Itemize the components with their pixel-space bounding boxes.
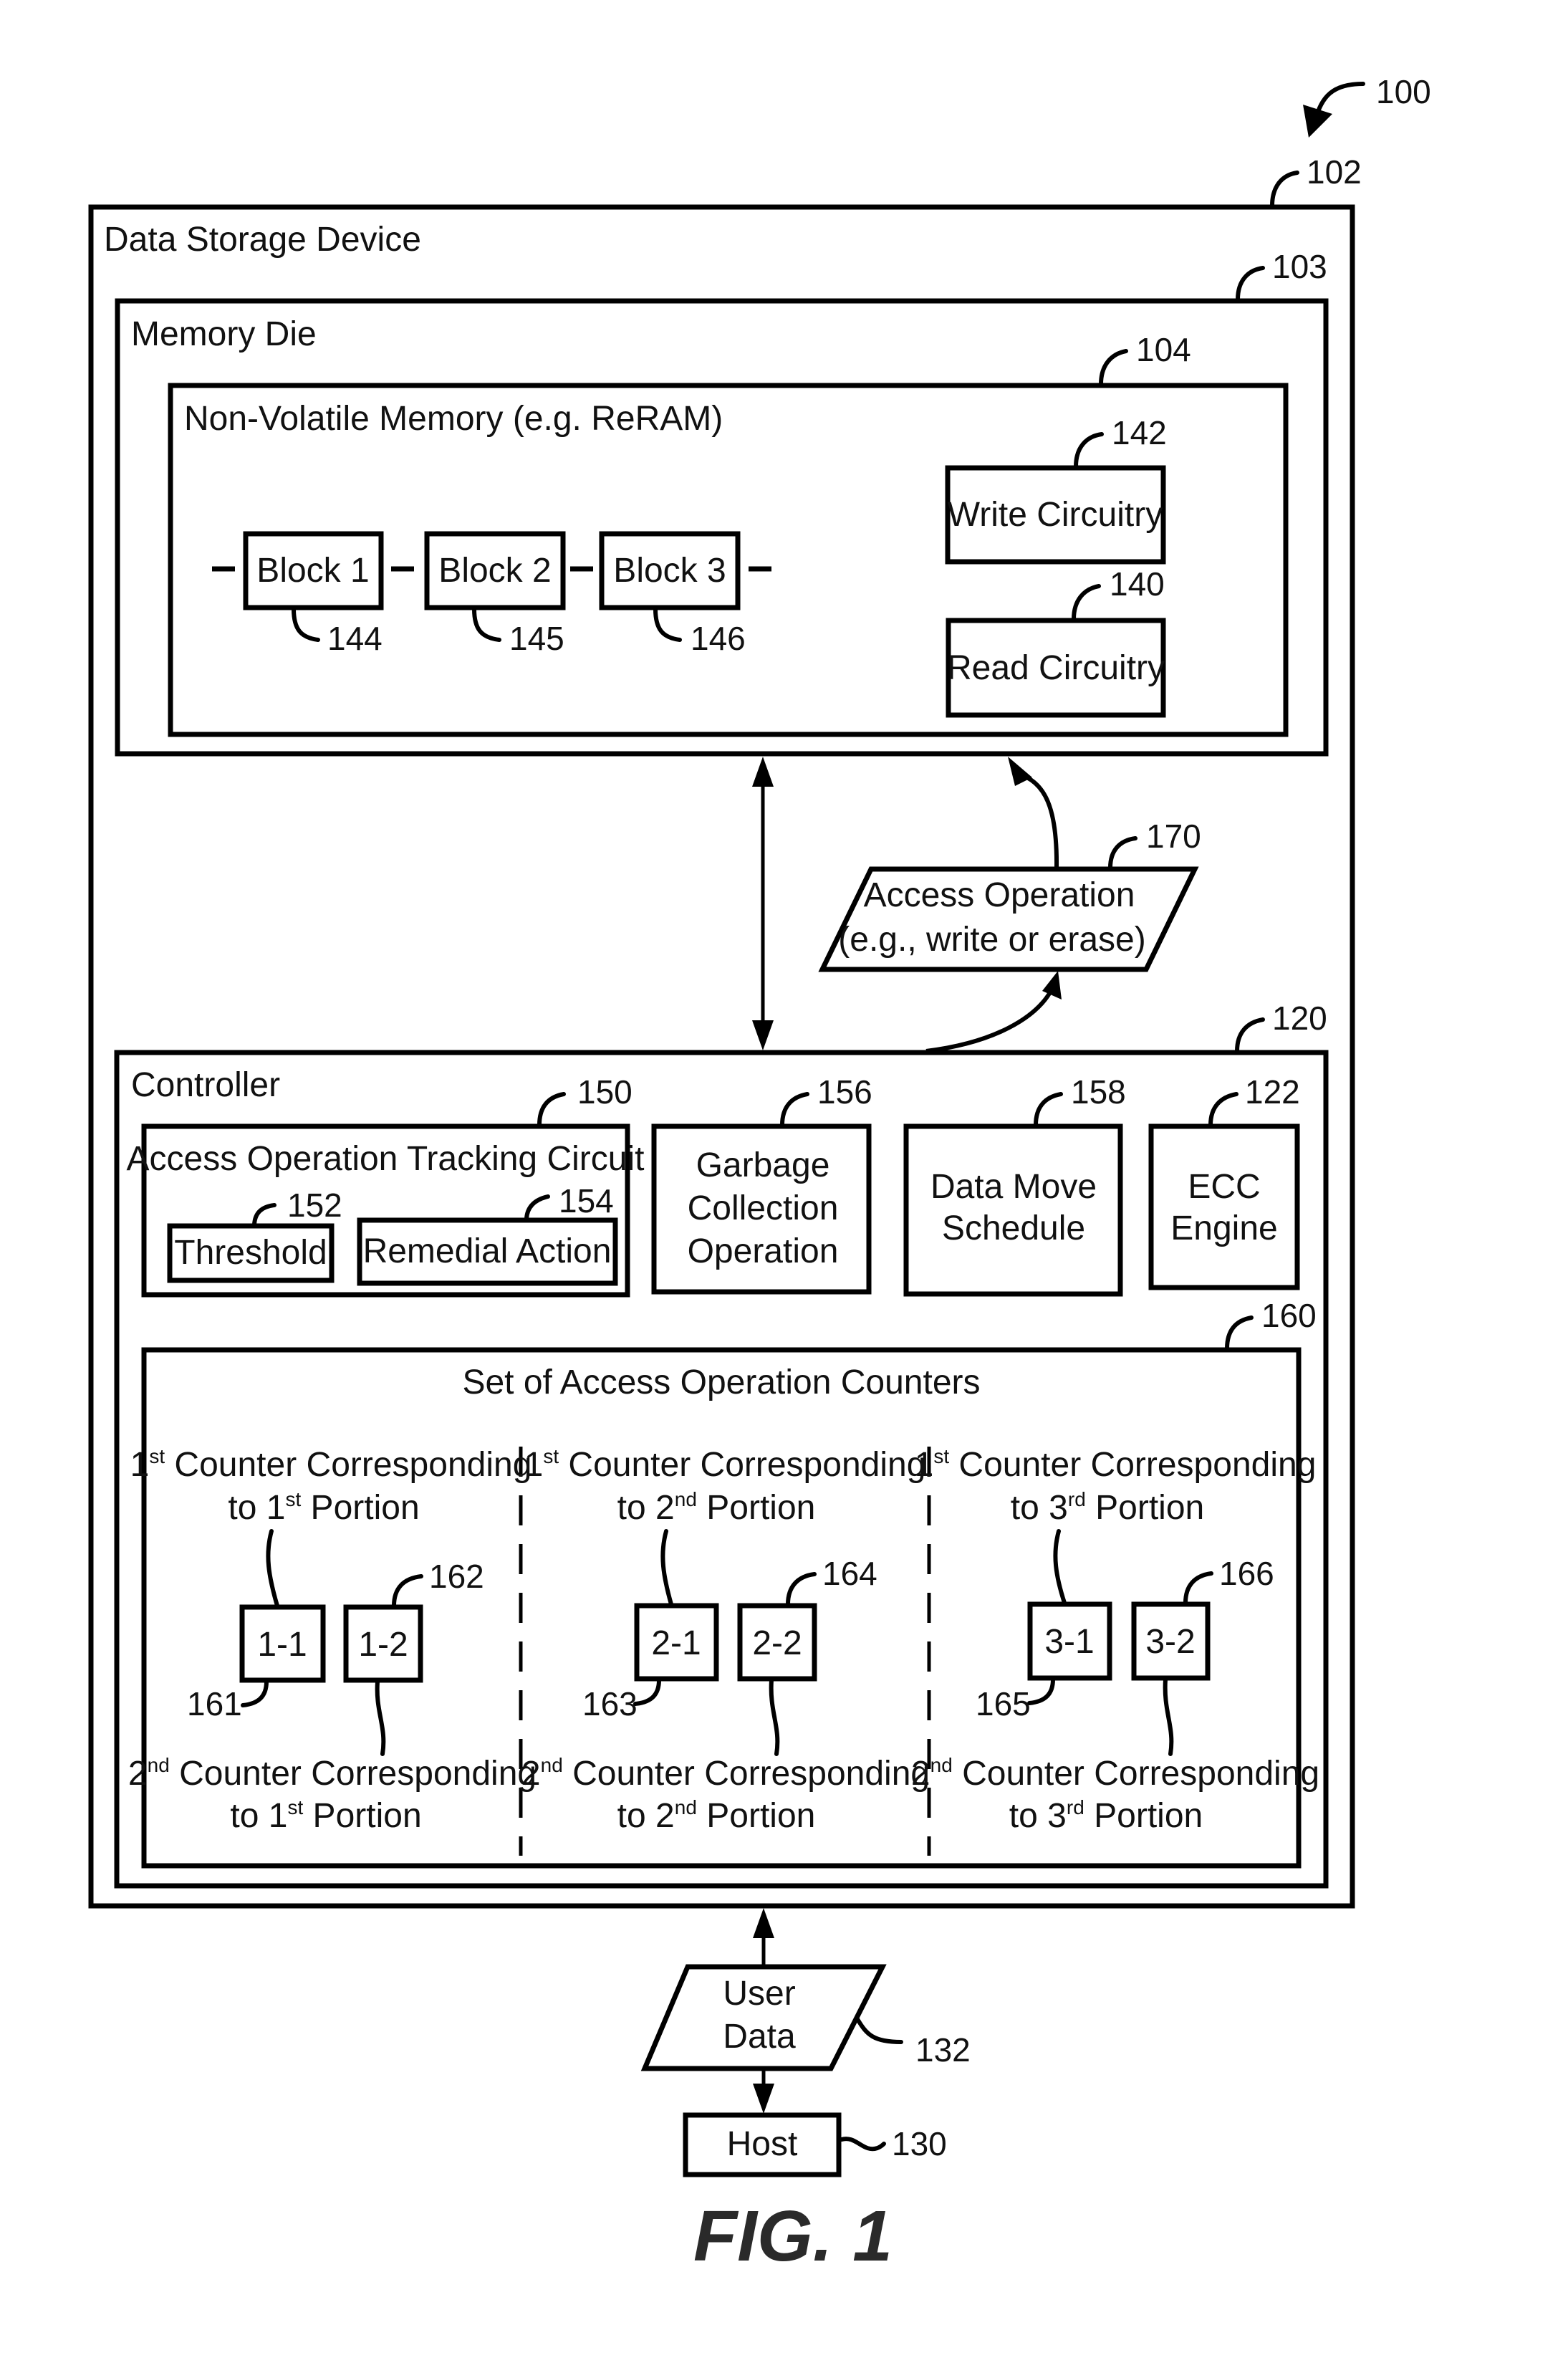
- ref-170: 170: [1146, 818, 1201, 855]
- ref-163: 163: [582, 1685, 638, 1722]
- ref-103: 103: [1272, 248, 1327, 285]
- ref-158: 158: [1071, 1073, 1126, 1111]
- ref-154: 154: [559, 1182, 614, 1219]
- ref-145: 145: [509, 620, 564, 657]
- ref-150: 150: [577, 1073, 633, 1111]
- ref-100: 100: [1376, 73, 1431, 110]
- ecc-engine-line2: Engine: [1170, 1209, 1277, 1247]
- garbage-collection-line2: Collection: [688, 1189, 839, 1227]
- ref-165: 165: [976, 1685, 1031, 1722]
- arrow-to-host-icon: [753, 2084, 774, 2114]
- leader-130: [840, 2137, 886, 2152]
- ref-140: 140: [1110, 565, 1165, 603]
- col1-bottom-line2: to 1st Portion: [230, 1796, 421, 1835]
- ecc-engine-line1: ECC: [1188, 1168, 1260, 1206]
- remedial-action-label: Remedial Action: [363, 1232, 612, 1270]
- user-data-line1: User: [723, 1975, 795, 2013]
- arrow-to-device-icon: [753, 1908, 774, 1938]
- ref-160: 160: [1261, 1297, 1317, 1334]
- col3-top-line2: to 3rd Portion: [1011, 1488, 1204, 1527]
- ref-132: 132: [915, 2031, 971, 2069]
- data-storage-device-title: Data Storage Device: [104, 221, 421, 259]
- col1-top-line1: 1st Counter Corresponding: [130, 1445, 532, 1484]
- ref-120: 120: [1272, 1000, 1327, 1037]
- col2-top-line1: 1st Counter Corresponding: [524, 1445, 926, 1484]
- ref-130: 130: [892, 2125, 947, 2162]
- ref-144: 144: [327, 620, 383, 657]
- patent-figure: 100 Data Storage Device 102 Memory Die 1…: [88, 73, 1431, 2276]
- counter-1-2-label: 1-2: [358, 1626, 408, 1664]
- col3-top-line1: 1st Counter Corresponding: [915, 1445, 1317, 1484]
- data-move-schedule-line2: Schedule: [942, 1209, 1085, 1247]
- ecc-engine-box: [1148, 1123, 1300, 1290]
- host-label: Host: [727, 2125, 798, 2163]
- non-volatile-memory-title: Non-Volatile Memory (e.g. ReRAM): [184, 400, 723, 438]
- ref-161: 161: [187, 1685, 242, 1722]
- access-operation-line1: Access Operation: [864, 876, 1135, 914]
- col2-top-line2: to 2nd Portion: [617, 1488, 816, 1527]
- tracking-circuit-title: Access Operation Tracking Circuit: [127, 1140, 645, 1178]
- col3-bottom-line1: 2nd Counter Corresponding: [911, 1754, 1319, 1793]
- counter-3-1-label: 3-1: [1044, 1623, 1094, 1661]
- block-2-label: Block 2: [438, 552, 551, 590]
- arrowhead-icon: [1303, 105, 1332, 138]
- counter-2-1-label: 2-1: [651, 1624, 701, 1662]
- ref-162: 162: [429, 1558, 484, 1595]
- col3-bottom-line2: to 3rd Portion: [1009, 1796, 1203, 1835]
- access-operation-line2: (e.g., write or erase): [838, 921, 1145, 959]
- counters-title: Set of Access Operation Counters: [462, 1363, 980, 1401]
- garbage-collection-line3: Operation: [688, 1232, 839, 1270]
- memory-die-title: Memory Die: [131, 315, 317, 353]
- counter-3-2-label: 3-2: [1145, 1623, 1195, 1661]
- write-circuitry-label: Write Circuitry: [948, 496, 1163, 534]
- ref-102: 102: [1307, 153, 1362, 191]
- ref-156: 156: [817, 1073, 872, 1111]
- controller-title: Controller: [131, 1066, 280, 1104]
- ref-104: 104: [1136, 331, 1191, 368]
- ref-142: 142: [1112, 414, 1167, 451]
- user-data-line2: Data: [723, 2018, 796, 2056]
- ref-122: 122: [1245, 1073, 1300, 1111]
- ref-146: 146: [691, 620, 746, 657]
- counter-2-2-label: 2-2: [752, 1624, 802, 1662]
- figure-label: FIG. 1: [693, 2196, 893, 2276]
- leader-102: [1270, 171, 1299, 208]
- data-move-schedule-line1: Data Move: [930, 1168, 1097, 1206]
- col1-top-line2: to 1st Portion: [228, 1488, 419, 1527]
- ref-164: 164: [822, 1555, 877, 1592]
- figure-ref-100: 100: [1303, 73, 1431, 138]
- col2-bottom-line2: to 2nd Portion: [617, 1796, 816, 1835]
- col1-bottom-line1: 2nd Counter Corresponding: [128, 1754, 537, 1793]
- ref-166: 166: [1219, 1555, 1274, 1592]
- read-circuitry-label: Read Circuitry: [947, 649, 1165, 687]
- block-1-label: Block 1: [256, 552, 369, 590]
- counter-1-1-label: 1-1: [257, 1626, 307, 1664]
- block-3-label: Block 3: [613, 552, 726, 590]
- ref-152: 152: [287, 1187, 342, 1224]
- col2-bottom-line1: 2nd Counter Corresponding: [521, 1754, 930, 1793]
- threshold-label: Threshold: [174, 1234, 327, 1272]
- leader-132: [855, 2017, 903, 2044]
- garbage-collection-line1: Garbage: [696, 1146, 830, 1184]
